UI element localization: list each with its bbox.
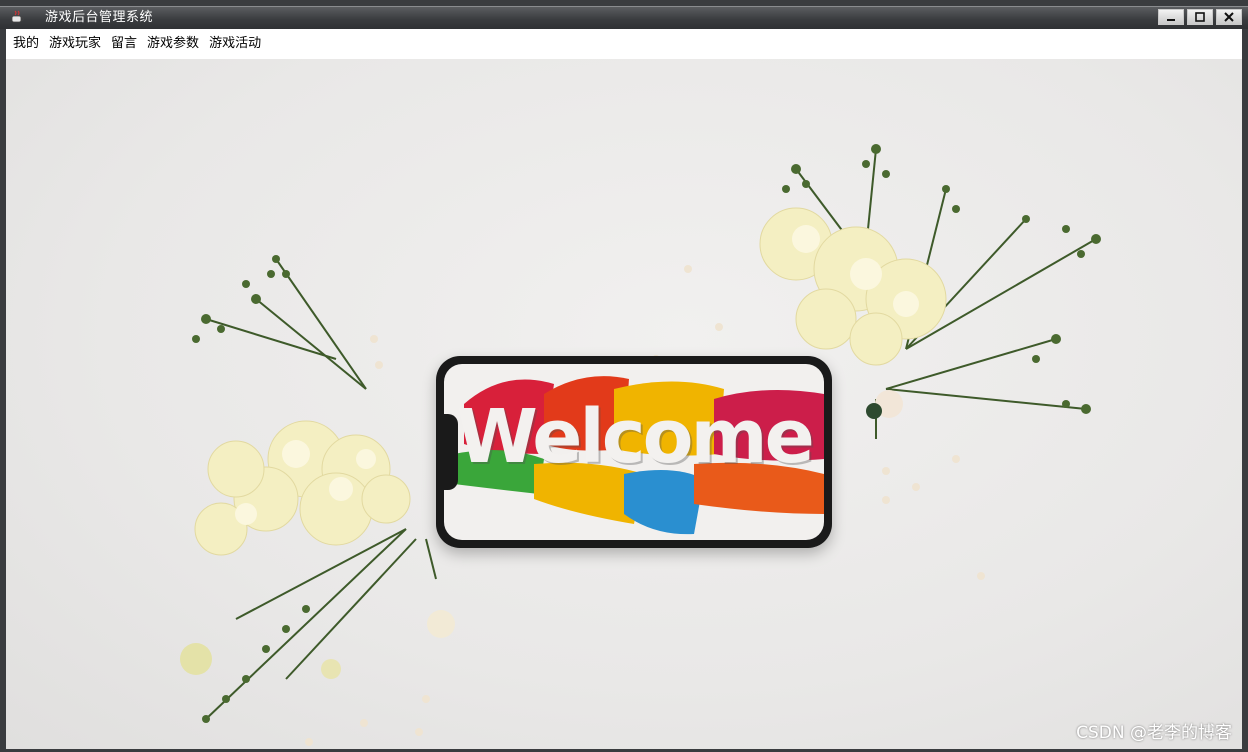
client-area: 我的 游戏玩家 留言 游戏参数 游戏活动 Welcome CSDN @老李的博客 <box>6 29 1242 749</box>
menu-item-game-events[interactable]: 游戏活动 <box>204 33 266 55</box>
welcome-text: Welcome <box>456 394 815 480</box>
java-cup-icon <box>11 10 24 23</box>
maximize-button[interactable] <box>1187 9 1213 25</box>
phone-mockup: Welcome <box>436 356 832 548</box>
title-bar[interactable]: 游戏后台管理系统 <box>0 6 1248 29</box>
welcome-background-image: Welcome CSDN @老李的博客 <box>6 59 1242 749</box>
menu-item-mine[interactable]: 我的 <box>8 33 44 55</box>
menu-item-game-params[interactable]: 游戏参数 <box>142 33 204 55</box>
phone-screen: Welcome <box>444 364 824 540</box>
menu-bar: 我的 游戏玩家 留言 游戏参数 游戏活动 <box>6 29 1242 59</box>
close-icon <box>1224 12 1234 22</box>
window-controls <box>1158 9 1242 25</box>
app-window: 游戏后台管理系统 我的 游戏玩家 留言 游戏参数 游戏活动 Welcome CS… <box>0 0 1248 752</box>
close-button[interactable] <box>1216 9 1242 25</box>
menu-item-messages[interactable]: 留言 <box>106 33 142 55</box>
csdn-watermark: CSDN @老李的博客 <box>1076 723 1232 743</box>
minimize-icon <box>1167 19 1175 21</box>
menu-item-players[interactable]: 游戏玩家 <box>44 33 106 55</box>
window-title: 游戏后台管理系统 <box>45 10 154 25</box>
minimize-button[interactable] <box>1158 9 1184 25</box>
maximize-icon <box>1195 12 1205 22</box>
